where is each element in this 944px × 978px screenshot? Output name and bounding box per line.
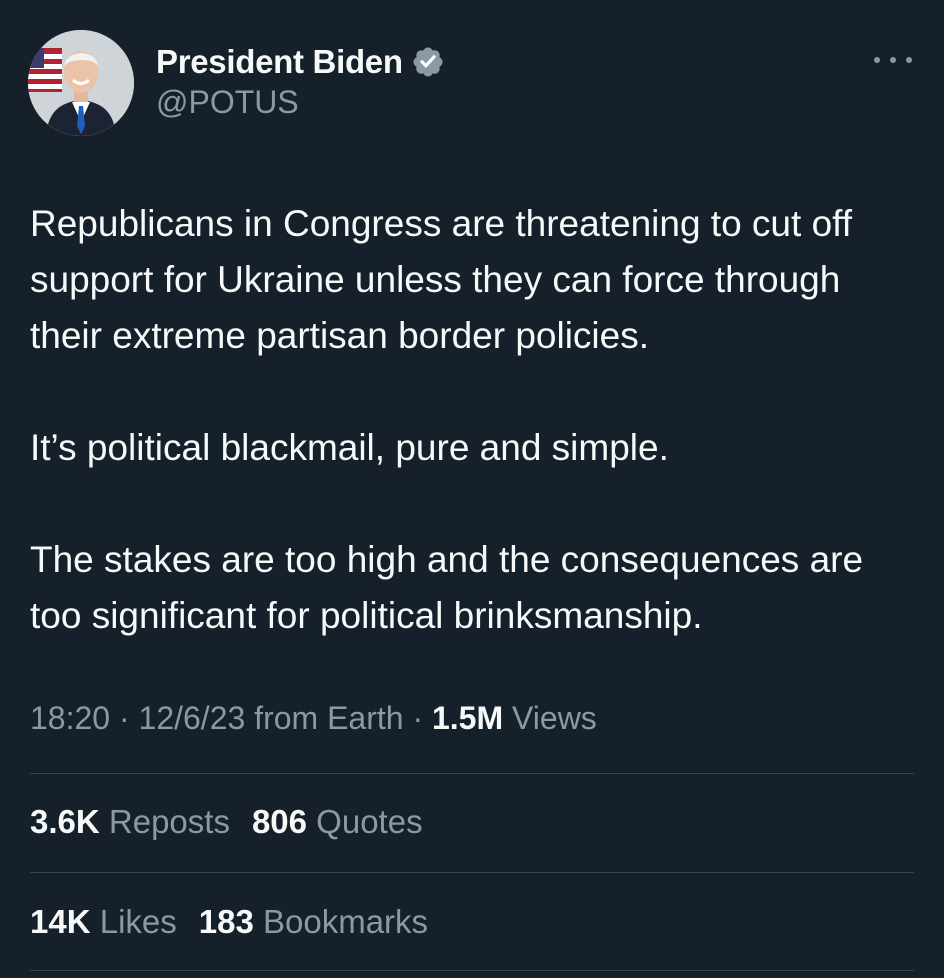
quotes-link[interactable]: 806 Quotes: [252, 803, 423, 840]
views-count: 1.5M: [431, 700, 504, 736]
more-options-ellipsis-icon[interactable]: [874, 50, 912, 70]
dot: [890, 57, 896, 63]
bookmarks-link[interactable]: 183 Bookmarks: [199, 903, 428, 940]
separator: ·: [110, 700, 139, 736]
views-label: Views: [503, 700, 597, 736]
tweet-metadata: 18:20 · 12/6/23 from Earth · 1.5M Views: [30, 700, 597, 737]
bookmarks-count: 183: [198, 903, 254, 940]
reposts-label: Reposts: [99, 803, 230, 840]
tweet-text: Republicans in Congress are threatening …: [30, 196, 910, 644]
quotes-label: Quotes: [307, 803, 423, 840]
quotes-count: 806: [251, 803, 308, 840]
stats-row-reposts-quotes: 3.6K Reposts 806 Quotes: [30, 803, 423, 841]
tweet-paragraph: It’s political blackmail, pure and simpl…: [30, 427, 669, 468]
tweet-time[interactable]: 18:20: [30, 700, 110, 736]
reposts-link[interactable]: 3.6K Reposts: [30, 803, 230, 840]
author-name-row[interactable]: President Biden: [156, 40, 445, 84]
portrait-avatar-icon: [28, 30, 134, 136]
tweet-paragraph: Republicans in Congress are threatening …: [30, 203, 853, 356]
dot: [906, 57, 912, 63]
tweet-source: from Earth: [245, 700, 404, 736]
stats-row-likes-bookmarks: 14K Likes 183 Bookmarks: [30, 903, 428, 941]
reposts-count: 3.6K: [30, 803, 100, 840]
divider: [30, 773, 914, 774]
dot: [874, 57, 880, 63]
likes-link[interactable]: 14K Likes: [30, 903, 177, 940]
avatar[interactable]: [28, 30, 134, 136]
likes-label: Likes: [90, 903, 177, 940]
verified-badge-icon: [411, 45, 445, 79]
author-display-name[interactable]: President Biden: [156, 43, 403, 81]
tweet-card: President Biden @POTUS Republicans in Co…: [0, 0, 944, 978]
likes-count: 14K: [30, 903, 91, 940]
author-handle[interactable]: @POTUS: [156, 84, 299, 121]
separator: ·: [403, 700, 432, 736]
divider: [30, 970, 914, 971]
tweet-date[interactable]: 12/6/23: [139, 700, 246, 736]
bookmarks-label: Bookmarks: [253, 903, 429, 940]
divider: [30, 872, 914, 873]
tweet-paragraph: The stakes are too high and the conseque…: [30, 539, 864, 636]
